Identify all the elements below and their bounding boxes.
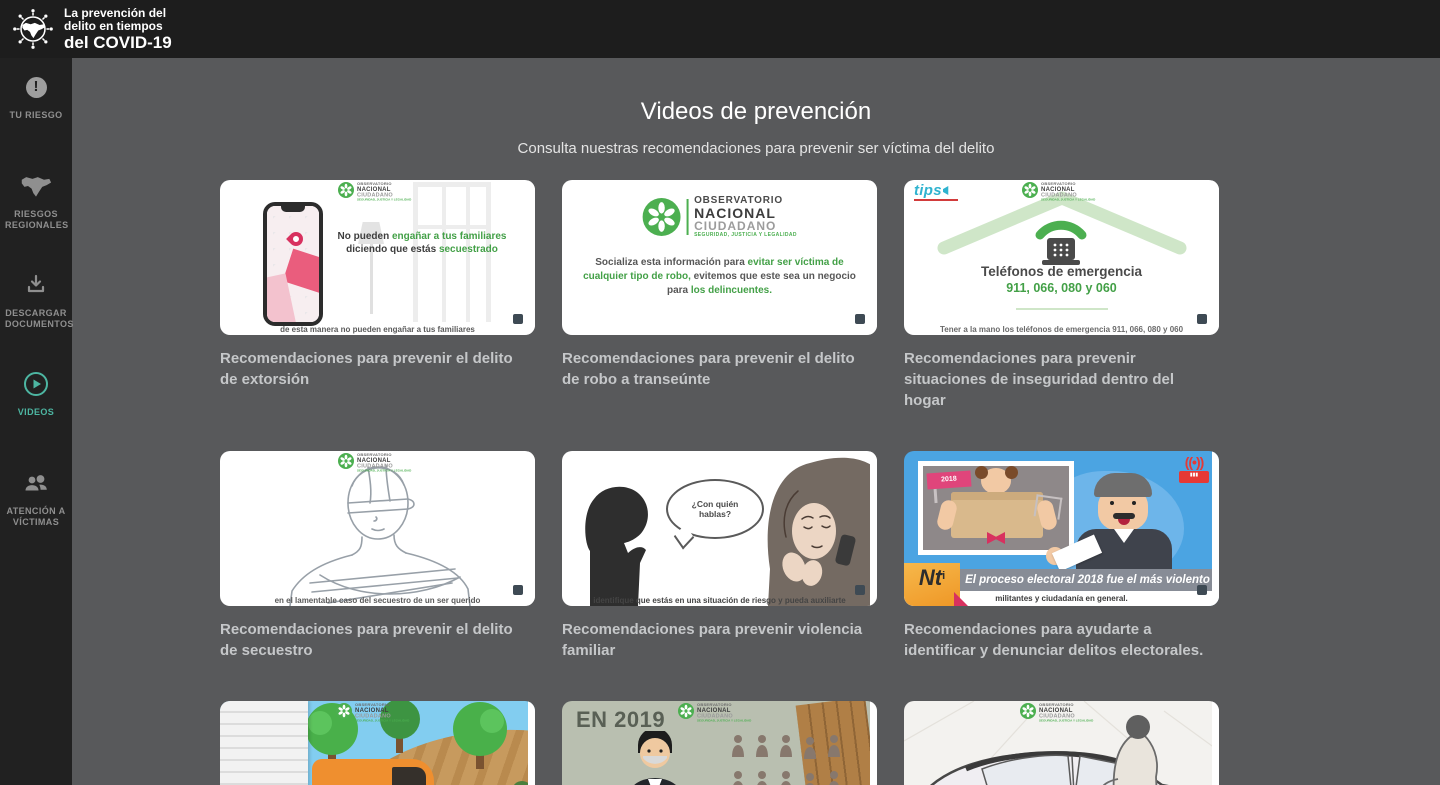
- video-caption: Recomendaciones para prevenir violencia …: [562, 619, 877, 661]
- page: La prevención del delito en tiempos del …: [0, 0, 1440, 785]
- covid-virus-mexico-logo-icon: [10, 6, 56, 52]
- thumbnail-subtitle: en el lamentable caso del secuestro de u…: [226, 596, 529, 605]
- video-card-robo-transeunte: OBSERVATORIONACIONALCIUDADANOSEGURIDAD, …: [562, 180, 877, 411]
- sidebar-item-label: VIDEOS: [5, 407, 67, 418]
- video-thumbnail[interactable]: No pueden engañar a tus familiares dicie…: [220, 180, 535, 335]
- onc-logo: OBSERVATORIONACIONALCIUDADANOSEGURIDAD, …: [1020, 703, 1209, 742]
- page-title: Videos de prevención: [72, 98, 1440, 126]
- sidebar-item-label: TU RIESGO: [5, 110, 67, 121]
- video-thumbnail[interactable]: EN 2019: [562, 701, 877, 785]
- people-icon: [23, 471, 49, 495]
- app-title: La prevención del delito en tiempos del …: [64, 7, 172, 52]
- sidebar-item-label: RIESGOS REGIONALES: [5, 209, 67, 231]
- nt-logo: Nti: [904, 563, 960, 606]
- thumbnail-body-text: Socializa esta información para evitar s…: [583, 256, 857, 298]
- thumbnail-overlay-text: No pueden engañar a tus familiares dicie…: [324, 230, 520, 256]
- inset-sign: 2018: [926, 470, 971, 489]
- onc-logo-icon: [678, 703, 694, 719]
- sidebar-item-videos[interactable]: VIDEOS: [0, 361, 72, 460]
- player-control-square: [513, 314, 523, 324]
- sidebar-item-label: DESCARGAR DOCUMENTOS: [5, 308, 67, 330]
- thumbnail-subtitle: Tener a la mano los teléfonos de emergen…: [910, 325, 1213, 334]
- video-caption: Recomendaciones para prevenir el delito …: [220, 348, 535, 390]
- video-caption: Recomendaciones para prevenir el delito …: [562, 348, 877, 390]
- app-title-line2: delito en tiempos: [64, 20, 172, 33]
- video-grid: No pueden engañar a tus familiares dicie…: [220, 180, 1219, 785]
- onc-logo-icon: [1022, 182, 1038, 198]
- onc-logo-icon: [338, 453, 354, 469]
- thumbnail-heading: Teléfonos de emergencia: [904, 264, 1219, 279]
- video-thumbnail[interactable]: 2018 ((•))▮▮▮ El proceso electoral 2018 …: [904, 451, 1219, 606]
- tips-logo: tips: [914, 182, 958, 201]
- mexico-map-icon: [20, 174, 52, 198]
- video-card-delitos-electorales: 2018 ((•))▮▮▮ El proceso electoral 2018 …: [904, 451, 1219, 661]
- thumbnail-subtitle: identifique que estás en una situación d…: [568, 596, 871, 605]
- video-card-extorsion: No pueden engañar a tus familiares dicie…: [220, 180, 535, 411]
- video-card-row3-3: OBSERVATORIONACIONALCIUDADANOSEGURIDAD, …: [904, 701, 1219, 785]
- download-icon: [24, 273, 48, 297]
- sidebar-item-riesgos-regionales[interactable]: RIESGOS REGIONALES: [0, 163, 72, 262]
- phone-illustration: [263, 202, 323, 326]
- video-caption: Recomendaciones para ayudarte a identifi…: [904, 619, 1219, 661]
- video-thumbnail[interactable]: Teléfonos de emergencia 911, 066, 080 y …: [904, 180, 1219, 335]
- onc-logo-icon: [336, 703, 352, 719]
- sidebar-nav: TU RIESGO RIESGOS REGIONALES DESCARGAR D…: [0, 58, 72, 785]
- video-thumbnail[interactable]: ¿Con quién hablas? identifique que estás…: [562, 451, 877, 606]
- onc-logo: OBSERVATORIONACIONALCIUDADANOSEGURIDAD, …: [678, 703, 867, 742]
- shutter-wall-illustration: [220, 701, 308, 785]
- speech-bubble: ¿Con quién hablas?: [666, 479, 764, 539]
- video-caption: Recomendaciones para prevenir situacione…: [904, 348, 1219, 411]
- onc-logo-icon: [338, 182, 354, 198]
- onc-logo-icon: [642, 198, 680, 236]
- video-caption: Recomendaciones para prevenir el delito …: [220, 619, 535, 661]
- video-card-row3-2: EN 2019: [562, 701, 877, 785]
- main-content: Videos de prevención Consulta nuestras r…: [72, 58, 1440, 785]
- news-inset-frame: 2018: [918, 461, 1074, 555]
- thumbnail-headline: EN 2019: [576, 707, 665, 733]
- sidebar-item-label: ATENCIÓN A VÍCTIMAS: [5, 506, 67, 528]
- player-control-square: [1197, 585, 1207, 595]
- onc-logo: OBSERVATORIONACIONALCIUDADANOSEGURIDAD, …: [336, 703, 525, 742]
- video-card-secuestro: OBSERVATORIONACIONALCIUDADANOSEGURIDAD, …: [220, 451, 535, 661]
- onc-logo-icon: [1020, 703, 1036, 719]
- video-card-inseguridad-hogar: Teléfonos de emergencia 911, 066, 080 y …: [904, 180, 1219, 411]
- victims-silhouettes: [732, 735, 862, 785]
- player-control-square: [855, 314, 865, 324]
- video-thumbnail[interactable]: OBSERVATORIONACIONALCIUDADANOSEGURIDAD, …: [220, 701, 535, 785]
- broadcast-icon: ((•))▮▮▮: [1179, 455, 1209, 483]
- video-card-violencia-familiar: ¿Con quién hablas? identifique que estás…: [562, 451, 877, 661]
- app-title-line1: La prevención del: [64, 7, 172, 20]
- onc-logo: OBSERVATORIONACIONALCIUDADANOSEGURIDAD, …: [338, 182, 527, 221]
- video-thumbnail[interactable]: OBSERVATORIONACIONALCIUDADANOSEGURIDAD, …: [904, 701, 1219, 785]
- alert-icon: [26, 77, 47, 98]
- ballot-box-illustration: [951, 492, 1043, 538]
- app-title-line3: del COVID-19: [64, 33, 172, 52]
- onc-logo: OBSERVATORIONACIONALCIUDADANOSEGURIDAD, …: [642, 196, 797, 238]
- player-control-square: [855, 585, 865, 595]
- video-thumbnail[interactable]: OBSERVATORIONACIONALCIUDADANOSEGURIDAD, …: [220, 451, 535, 606]
- emergency-phone-icon: [1032, 218, 1090, 268]
- thumbnail-subtitle: de esta manera no pueden engañar a tus f…: [226, 325, 529, 334]
- play-circle-icon: [23, 371, 49, 397]
- emergency-numbers: 911, 066, 080 y 060: [904, 281, 1219, 295]
- megaphone-icon: [943, 186, 952, 195]
- app-header: La prevención del delito en tiempos del …: [0, 0, 1440, 58]
- player-control-square: [1197, 314, 1207, 324]
- video-thumbnail[interactable]: OBSERVATORIONACIONALCIUDADANOSEGURIDAD, …: [562, 180, 877, 335]
- player-control-square: [513, 585, 523, 595]
- sidebar-item-tu-riesgo[interactable]: TU RIESGO: [0, 64, 72, 163]
- page-subtitle: Consulta nuestras recomendaciones para p…: [72, 139, 1440, 159]
- onc-logo: OBSERVATORIONACIONALCIUDADANOSEGURIDAD, …: [338, 453, 527, 492]
- sidebar-item-atencion-victimas[interactable]: ATENCIÓN A VÍCTIMAS: [0, 460, 72, 559]
- sidebar-item-descargar-documentos[interactable]: DESCARGAR DOCUMENTOS: [0, 262, 72, 361]
- video-card-row3-1: OBSERVATORIONACIONALCIUDADANOSEGURIDAD, …: [220, 701, 535, 785]
- onc-logo: OBSERVATORIONACIONALCIUDADANOSEGURIDAD, …: [1022, 182, 1211, 221]
- van-illustration: [312, 759, 434, 785]
